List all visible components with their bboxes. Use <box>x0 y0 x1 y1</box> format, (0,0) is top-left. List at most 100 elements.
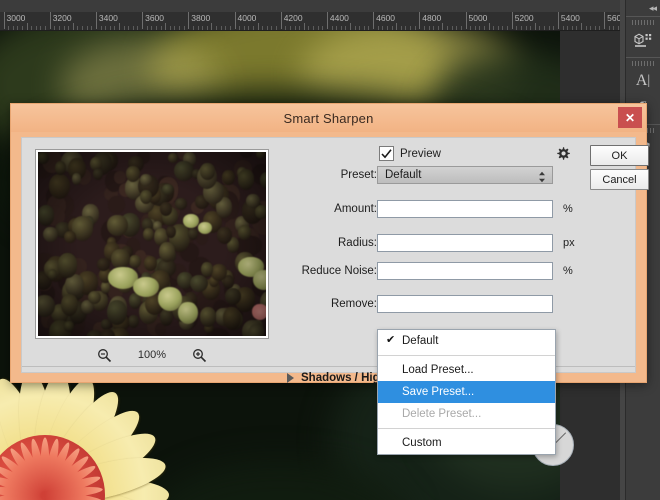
ruler-minor-tick <box>109 26 111 30</box>
ruler-minor-tick <box>553 26 555 30</box>
ruler-minor-tick <box>576 26 578 30</box>
dialog-body: 100% Preview OK Cancel Preset: Default A… <box>21 137 649 466</box>
ruler-minor-tick <box>119 23 120 30</box>
ruler-minor-tick <box>137 26 139 30</box>
ruler-minor-tick <box>271 26 273 30</box>
ruler-tick-label: 4200 <box>283 13 303 23</box>
ruler-tick-label: 3200 <box>52 13 72 23</box>
ruler-major-tick <box>511 12 513 29</box>
properties-icon[interactable] <box>626 27 660 53</box>
reduce-noise-input[interactable] <box>377 262 553 280</box>
radius-input[interactable] <box>377 234 553 252</box>
menu-item[interactable]: Save Preset... <box>378 381 555 403</box>
ruler-minor-tick <box>354 26 356 30</box>
ruler-minor-tick <box>174 26 176 30</box>
preview-label: Preview <box>400 147 441 160</box>
preset-combobox[interactable]: Default <box>377 166 553 184</box>
triangle-right-icon[interactable] <box>287 373 294 383</box>
ruler-minor-tick <box>303 23 305 30</box>
ruler-minor-tick <box>239 26 241 30</box>
ruler-minor-tick <box>567 26 569 30</box>
ruler-minor-tick <box>433 26 435 30</box>
ruler-major-tick <box>142 12 144 29</box>
menu-separator <box>378 428 555 429</box>
panel-grip[interactable] <box>632 61 654 66</box>
ruler-minor-tick <box>534 23 536 30</box>
ruler-minor-tick <box>294 26 296 30</box>
ruler-minor-tick <box>502 26 504 30</box>
ruler-minor-tick <box>35 26 37 30</box>
ruler-minor-tick <box>197 26 199 30</box>
ruler-minor-tick <box>100 26 102 30</box>
reduce-noise-unit: % <box>563 265 573 277</box>
ruler-minor-tick <box>474 26 476 30</box>
ruler-minor-tick <box>544 26 546 30</box>
close-icon[interactable]: ✕ <box>618 107 642 128</box>
horizontal-ruler[interactable]: 3000 3200 3400 3600 3800 4000 4200 4400 4600 4800… <box>0 12 620 31</box>
ruler-minor-tick <box>248 26 250 30</box>
ruler-major-tick <box>95 12 97 29</box>
ruler-minor-tick <box>608 26 610 30</box>
ruler-minor-tick <box>350 23 351 30</box>
ruler-minor-tick <box>423 26 425 30</box>
field-row-amount: Amount: % <box>280 200 580 220</box>
ruler-tick-label: 5600 <box>607 13 620 23</box>
ruler-minor-tick <box>340 26 342 30</box>
remove-select[interactable] <box>377 295 553 313</box>
ruler-minor-tick <box>68 26 70 30</box>
ruler-minor-tick <box>179 26 181 30</box>
ruler-minor-tick <box>132 26 134 30</box>
gear-icon[interactable] <box>555 146 571 162</box>
ruler-minor-tick <box>216 26 218 30</box>
character-panel-icon[interactable]: A | <box>626 68 660 94</box>
ruler-minor-tick <box>114 26 116 30</box>
ruler-minor-tick <box>581 23 582 30</box>
ruler-minor-tick <box>331 26 333 30</box>
ok-button[interactable]: OK <box>590 145 649 166</box>
ruler-minor-tick <box>289 26 291 30</box>
ruler-minor-tick <box>229 26 231 30</box>
ruler-minor-tick <box>470 26 472 30</box>
ruler-minor-tick <box>442 23 444 30</box>
ruler-major-tick <box>373 12 375 29</box>
cancel-button[interactable]: Cancel <box>590 169 649 190</box>
preview-thumbnail[interactable] <box>35 149 269 339</box>
panel-grip[interactable] <box>632 20 654 25</box>
preview-vignette <box>38 152 266 336</box>
ruler-minor-tick <box>548 26 550 30</box>
preview-checkbox-row[interactable]: Preview <box>379 146 441 161</box>
amount-label: Amount: <box>334 203 377 215</box>
ruler-minor-tick <box>257 23 259 30</box>
menu-item[interactable]: ✔ Default <box>378 330 555 352</box>
menu-item[interactable]: Custom <box>378 432 555 454</box>
photoshop-workspace: 3000 3200 3400 3600 3800 4000 4200 4400 4600 4800… <box>0 0 660 500</box>
ruler-minor-tick <box>40 26 42 30</box>
ruler-minor-tick <box>396 23 398 30</box>
menu-item-label: Custom <box>402 437 442 449</box>
ruler-minor-tick <box>400 26 402 30</box>
dock-collapse-icon[interactable]: ◂◂ <box>626 0 660 16</box>
magnifier-minus-icon[interactable] <box>97 348 112 363</box>
magnifier-plus-icon[interactable] <box>192 348 207 363</box>
ruler-minor-tick <box>45 26 47 30</box>
smart-sharpen-dialog: Smart Sharpen ✕ 100% Preview OK Cancel P… <box>10 103 649 466</box>
menu-item-label: Save Preset... <box>402 386 475 398</box>
ruler-major-tick <box>3 12 5 29</box>
ruler-major-tick <box>49 12 51 29</box>
ruler-minor-tick <box>483 26 485 30</box>
menu-item[interactable]: Load Preset... <box>378 359 555 381</box>
amount-input[interactable] <box>377 200 553 218</box>
preset-value: Default <box>385 169 422 181</box>
ruler-major-tick <box>188 12 190 29</box>
ruler-minor-tick <box>8 26 10 30</box>
ruler-minor-tick <box>151 26 153 30</box>
ruler-minor-tick <box>405 26 407 30</box>
radius-unit: px <box>563 237 575 249</box>
reduce-noise-label: Reduce Noise: <box>301 265 377 277</box>
menu-item-label: Load Preset... <box>402 364 474 376</box>
ruler-minor-tick <box>26 23 28 30</box>
dialog-title-bar[interactable]: Smart Sharpen ✕ <box>11 104 646 132</box>
dialog-title: Smart Sharpen <box>283 110 374 126</box>
checkbox-checked-icon[interactable] <box>379 146 394 161</box>
preset-dropdown-menu[interactable]: ✔ Default Load Preset... Save Preset... Dele… <box>377 329 556 455</box>
